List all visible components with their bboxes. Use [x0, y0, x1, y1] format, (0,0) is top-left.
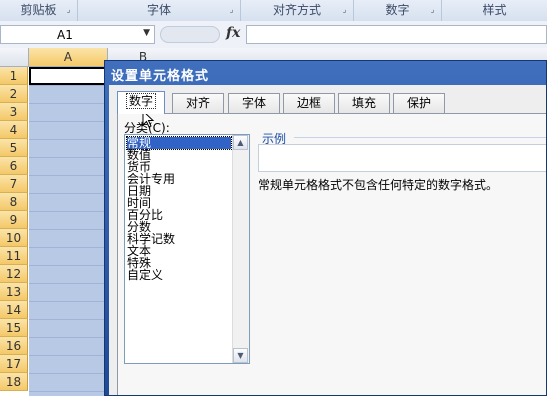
- sample-divider: [294, 137, 546, 138]
- dialog-launcher-icon[interactable]: ⌟: [428, 5, 437, 14]
- tab-protection[interactable]: 保护: [393, 93, 445, 113]
- gridline: [29, 301, 107, 302]
- category-item[interactable]: 自定义: [127, 269, 231, 281]
- ribbon-group-number: 数字 ⌟: [354, 0, 442, 21]
- gridline: [29, 121, 107, 122]
- select-all-corner[interactable]: [0, 48, 29, 66]
- row-header-bar: 1 2 3 4 5 6 7 8 9 10 11 12 13 14 15 16 17 18: [0, 67, 28, 391]
- chevron-down-icon[interactable]: ▼: [143, 28, 150, 38]
- gridline: [29, 373, 107, 374]
- gridline: [29, 319, 107, 320]
- gridline: [29, 85, 107, 86]
- gridline: [29, 139, 107, 140]
- row-header[interactable]: 12: [0, 265, 28, 283]
- ribbon-group-alignment: 对齐方式 ⌟: [241, 0, 354, 21]
- insert-function-icon[interactable]: fx: [226, 25, 240, 41]
- active-cell[interactable]: [29, 67, 107, 85]
- ribbon-group-styles: 样式: [442, 0, 547, 21]
- row-header[interactable]: 1: [0, 67, 28, 85]
- row-header[interactable]: 2: [0, 85, 28, 103]
- ribbon-group-clipboard: 剪贴板 ⌟: [0, 0, 78, 21]
- row-header[interactable]: 6: [0, 157, 28, 175]
- ribbon-group-label: 字体: [146, 3, 171, 17]
- scroll-up-icon[interactable]: ▲: [233, 135, 248, 150]
- gridline: [29, 337, 107, 338]
- gridline: [29, 103, 107, 104]
- ribbon-group-label: 对齐方式: [272, 3, 321, 17]
- gridline: [29, 175, 107, 176]
- dialog-body: 数字 对齐 字体 边框 填充 保护 分类(C): ▲ ▼ 常规 数值 货币 会计专用日…: [109, 85, 546, 395]
- row-header[interactable]: 9: [0, 211, 28, 229]
- tab-font[interactable]: 字体: [228, 93, 280, 113]
- row-header[interactable]: 17: [0, 355, 28, 373]
- row-header[interactable]: 10: [0, 229, 28, 247]
- column-header-a[interactable]: A: [29, 48, 108, 66]
- gridline: [29, 247, 107, 248]
- ribbon-group-label: 样式: [482, 3, 507, 17]
- dialog-title: 设置单元格格式: [111, 69, 210, 84]
- row-header[interactable]: 5: [0, 139, 28, 157]
- category-list[interactable]: ▲ ▼ 常规 数值 货币 会计专用 日期 时间 百分比 分数 科学记数 文本 特殊 自定义: [124, 134, 250, 364]
- sample-preview: [258, 144, 546, 172]
- gridline: [29, 229, 107, 230]
- format-description: 常规单元格格式不包含任何特定的数字格式。: [258, 178, 499, 192]
- formula-input[interactable]: [246, 25, 547, 44]
- tab-fill[interactable]: 填充: [338, 93, 390, 113]
- gridline: [29, 283, 107, 284]
- row-header[interactable]: 8: [0, 193, 28, 211]
- name-box-value: A1: [57, 28, 73, 42]
- tab-alignment[interactable]: 对齐: [172, 93, 224, 113]
- row-header[interactable]: 13: [0, 283, 28, 301]
- ribbon-group-label: 剪贴板: [20, 3, 57, 17]
- row-header[interactable]: 3: [0, 103, 28, 121]
- row-header[interactable]: 14: [0, 301, 28, 319]
- ribbon-group-label: 数字: [385, 3, 410, 17]
- scroll-down-icon[interactable]: ▼: [233, 348, 248, 363]
- row-header[interactable]: 18: [0, 373, 28, 391]
- gridline: [29, 265, 107, 266]
- row-header[interactable]: 11: [0, 247, 28, 265]
- name-box[interactable]: A1 ▼: [0, 25, 155, 44]
- dialog-launcher-icon[interactable]: ⌟: [64, 5, 73, 14]
- gridline: [29, 355, 107, 356]
- category-scrollbar[interactable]: ▲ ▼: [232, 135, 249, 363]
- gridline: [29, 211, 107, 212]
- gridline: [29, 391, 107, 392]
- formula-controls: [160, 26, 220, 43]
- number-tab-panel: 分类(C): ▲ ▼ 常规 数值 货币 会计专用 日期 时间 百分比 分数 科学记数 文本 特殊 自定…: [117, 113, 546, 395]
- tab-border[interactable]: 边框: [283, 93, 335, 113]
- row-header[interactable]: 16: [0, 337, 28, 355]
- dialog-launcher-icon[interactable]: ⌟: [227, 5, 236, 14]
- format-cells-dialog: 设置单元格格式 数字 对齐 字体 边框 填充 保护 分类(C): ▲ ▼ 常规数…: [104, 60, 547, 396]
- row-header[interactable]: 4: [0, 121, 28, 139]
- formula-bar: A1 ▼ fx: [0, 21, 547, 49]
- dialog-launcher-icon[interactable]: ⌟: [340, 5, 349, 14]
- row-header[interactable]: 15: [0, 319, 28, 337]
- selected-column-a[interactable]: [29, 67, 107, 396]
- gridline: [29, 157, 107, 158]
- row-header[interactable]: 7: [0, 175, 28, 193]
- gridline: [29, 193, 107, 194]
- ribbon-group-font: 字体 ⌟: [78, 0, 241, 21]
- tab-number[interactable]: 数字: [117, 91, 165, 114]
- ribbon-group-bar: 剪贴板 ⌟ 字体 ⌟ 对齐方式 ⌟ 数字 ⌟ 样式: [0, 0, 547, 22]
